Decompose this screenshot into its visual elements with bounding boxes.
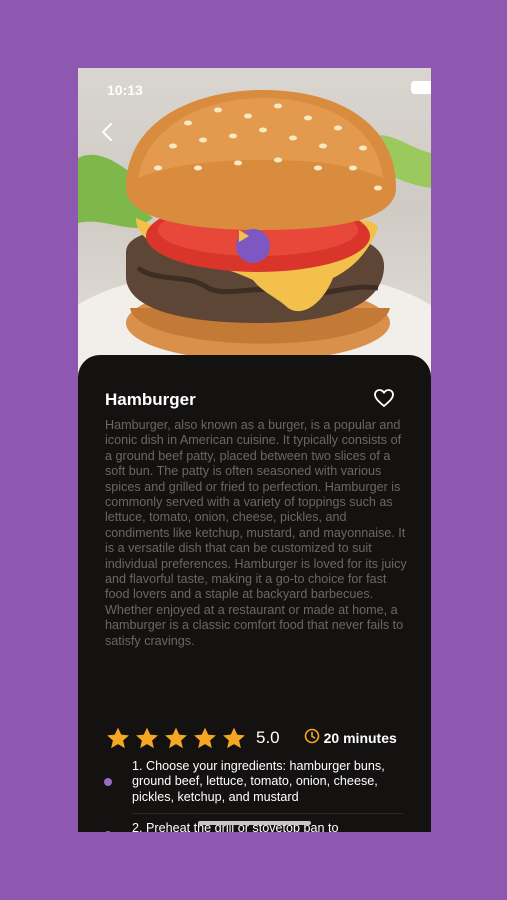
- rating-row: 5.0 20 minutes: [105, 725, 405, 751]
- star-icon: [194, 727, 216, 748]
- star-rating: [105, 726, 247, 751]
- phone-screen: 10:13 Hamburger Hamburger, also known as…: [78, 68, 431, 832]
- recipe-description: Hamburger, also known as a burger, is a …: [105, 418, 407, 648]
- cook-time: 20 minutes: [304, 728, 397, 749]
- heart-outline-icon: [373, 389, 395, 412]
- favorite-button[interactable]: [373, 388, 395, 408]
- play-video-button[interactable]: [236, 229, 270, 263]
- star-icon: [107, 727, 129, 748]
- recipe-hero-image: 10:13: [78, 68, 431, 378]
- divider: [132, 813, 403, 815]
- star-icon: [223, 727, 245, 748]
- star-icon: [136, 727, 158, 748]
- home-indicator[interactable]: [198, 821, 311, 825]
- hamburger-illustration: [78, 90, 431, 378]
- recipe-title: Hamburger: [105, 390, 196, 409]
- cook-time-label: 20 minutes: [323, 730, 397, 746]
- list-item: 1. Choose your ingredients: hamburger bu…: [78, 759, 431, 805]
- recipe-details-panel: Hamburger Hamburger, also known as a bur…: [78, 355, 431, 832]
- back-button[interactable]: [98, 120, 118, 144]
- step-bullet: [104, 778, 112, 786]
- rating-value: 5.0: [256, 728, 280, 747]
- star-icon: [165, 727, 187, 748]
- step-bullet: [104, 831, 112, 832]
- clock-icon: [304, 728, 320, 749]
- step-text: 1. Choose your ingredients: hamburger bu…: [132, 759, 385, 804]
- status-bar-time: 10:13: [107, 82, 143, 98]
